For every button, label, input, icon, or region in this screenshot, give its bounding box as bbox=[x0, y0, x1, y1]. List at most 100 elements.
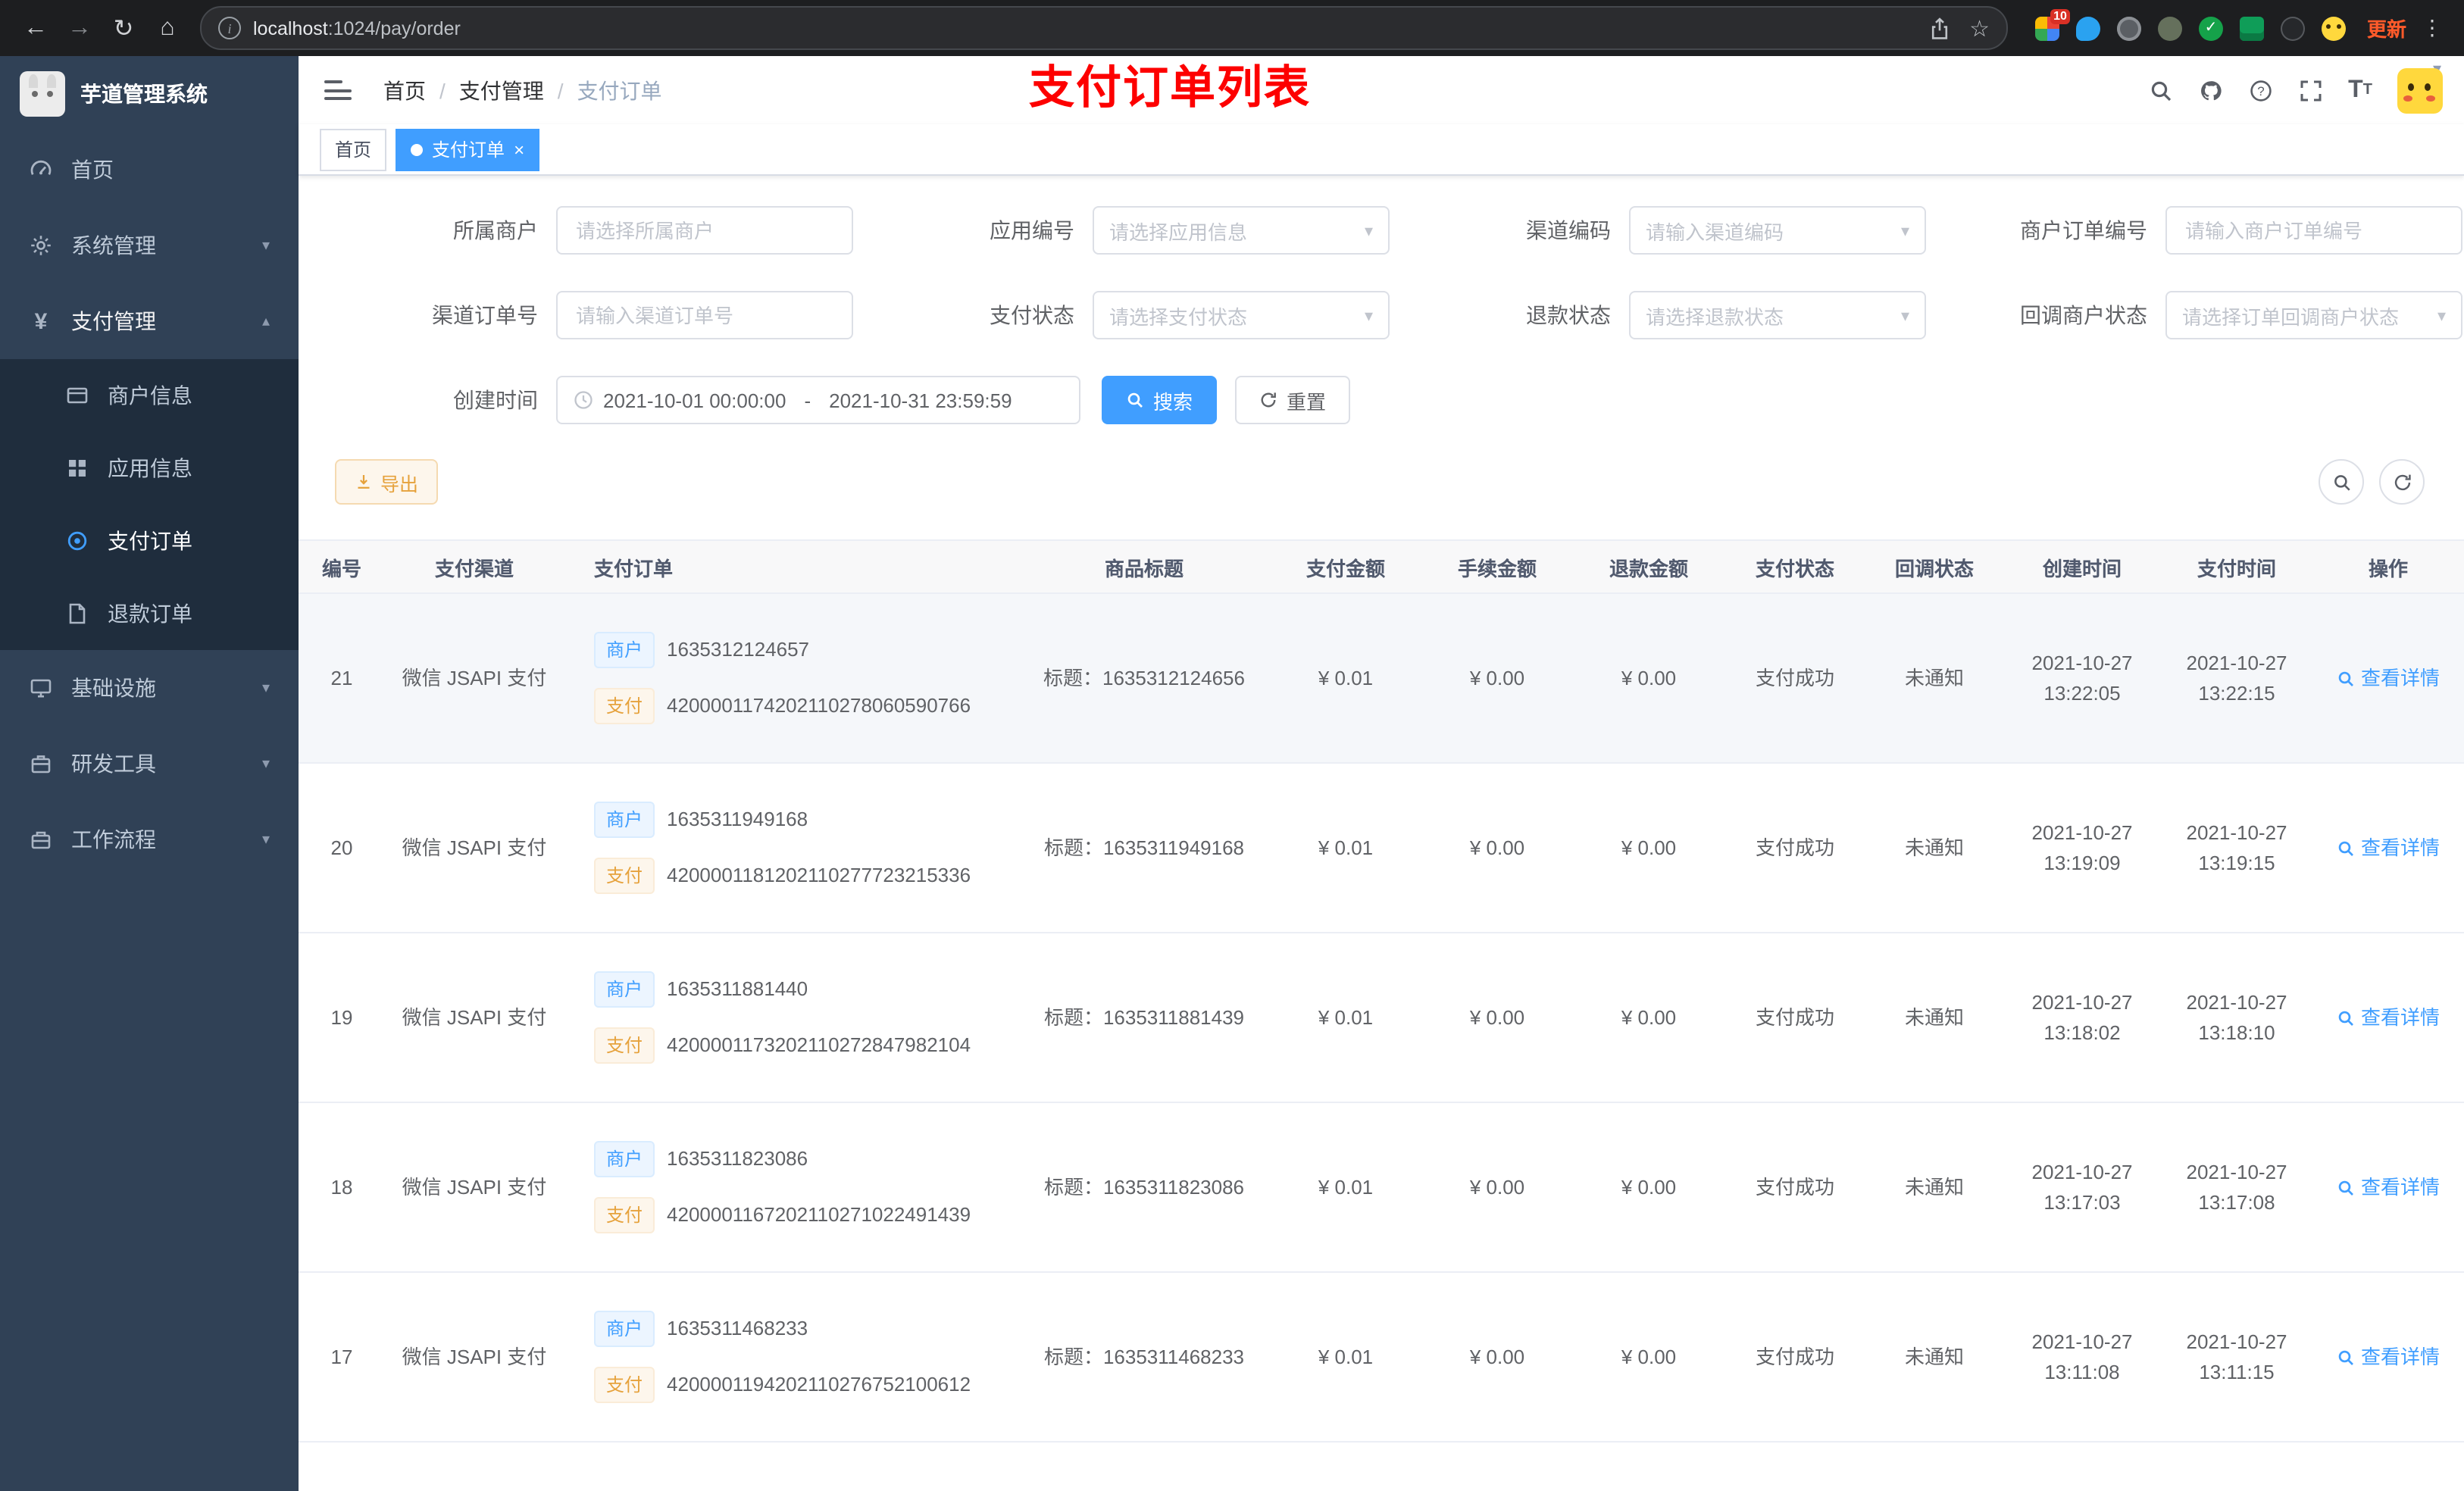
bank-card-icon bbox=[65, 383, 89, 408]
merchant-order-no-field[interactable] bbox=[2165, 206, 2462, 255]
hamburger-icon[interactable] bbox=[321, 74, 355, 106]
breadcrumb-pay[interactable]: 支付管理 bbox=[459, 75, 544, 105]
table-row[interactable]: 商户1635311151786 bbox=[299, 1443, 2464, 1491]
reset-button[interactable]: 重置 bbox=[1235, 376, 1351, 424]
toggle-search-button[interactable] bbox=[2319, 459, 2364, 505]
view-detail-link[interactable]: 查看详情 bbox=[2337, 1343, 2440, 1372]
cell-id: 21 bbox=[330, 666, 353, 689]
channel-order-no-input[interactable] bbox=[573, 302, 836, 328]
cell-id: 20 bbox=[330, 836, 353, 859]
table-row[interactable]: 18 微信 JSAPI 支付 商户 1635311823086 支付 4200001… bbox=[299, 1103, 2464, 1273]
cell-create-time: 2021-10-27 13:22:05 bbox=[2031, 651, 2133, 705]
cell-title: 标题：1635312124656 bbox=[1043, 666, 1245, 689]
cell-pay-order: 商户 1635311468233 支付 4200001194202110276752… bbox=[564, 1273, 1018, 1441]
cell-title: 标题：1635311823086 bbox=[1043, 1175, 1245, 1199]
dark-extension-icon[interactable] bbox=[2280, 16, 2305, 40]
view-detail-link[interactable]: 查看详情 bbox=[2337, 1173, 2440, 1202]
sidebar-item-pay-order[interactable]: 支付订单 bbox=[0, 505, 299, 577]
sidebar-item-workflow[interactable]: 工作流程 ▾ bbox=[0, 802, 299, 877]
cell-pay-order: 商户 1635311881440 支付 4200001173202110272847… bbox=[564, 933, 1018, 1102]
gear-icon bbox=[29, 233, 53, 258]
merchant-select[interactable] bbox=[556, 206, 853, 255]
cell-channel: 微信 JSAPI 支付 bbox=[402, 1345, 547, 1368]
page-content: 所属商户 应用编号 请选择应用信息▾ 渠道编码 请输入渠道编码▾ 商户订单编号 bbox=[299, 176, 2464, 1491]
app-select[interactable]: 请选择应用信息 ▾ bbox=[1093, 206, 1390, 255]
refresh-table-button[interactable] bbox=[2379, 459, 2425, 505]
fullscreen-icon[interactable] bbox=[2298, 78, 2322, 102]
url-bar[interactable]: i localhost:1024/pay/order ☆ bbox=[200, 6, 2008, 50]
sidebar-item-infra[interactable]: 基础设施 ▾ bbox=[0, 650, 299, 726]
cell-notify: 未通知 bbox=[1904, 1175, 1964, 1199]
sidebar-item-system[interactable]: 系统管理 ▾ bbox=[0, 208, 299, 283]
sidebar-item-payment[interactable]: ¥ 支付管理 ▴ bbox=[0, 283, 299, 359]
table-row[interactable]: 17 微信 JSAPI 支付 商户 1635311468233 支付 4200001… bbox=[299, 1273, 2464, 1443]
table-row[interactable]: 20 微信 JSAPI 支付 商户 1635311949168 支付 4200001… bbox=[299, 764, 2464, 933]
user-avatar[interactable] bbox=[2397, 67, 2444, 113]
reload-icon[interactable]: ↻ bbox=[103, 8, 144, 48]
chevron-down-icon: ▾ bbox=[1900, 307, 1909, 325]
search-icon[interactable] bbox=[2148, 78, 2172, 102]
orders-table: 编号 支付渠道 支付订单 商品标题 支付金额 手续金额 退款金额 支付状态 回调… bbox=[299, 539, 2464, 1491]
view-detail-link[interactable]: 查看详情 bbox=[2337, 833, 2440, 863]
square-extension-icon[interactable] bbox=[2239, 16, 2264, 40]
table-toolbar: 导出 bbox=[335, 459, 2425, 505]
breadcrumb-current: 支付订单 bbox=[577, 78, 662, 102]
bookmark-star-icon[interactable]: ☆ bbox=[1969, 14, 1990, 42]
table-row[interactable]: 21 微信 JSAPI 支付 商户 1635312124657 支付 4200001… bbox=[299, 594, 2464, 764]
tab-pay-order[interactable]: 支付订单 × bbox=[396, 128, 540, 170]
browser-menu-icon[interactable]: ⋮ bbox=[2416, 15, 2449, 41]
cell-channel: 微信 JSAPI 支付 bbox=[402, 1005, 547, 1029]
chevron-down-icon: ▾ bbox=[261, 755, 270, 772]
sidebar-item-app-info[interactable]: 应用信息 bbox=[0, 432, 299, 505]
tab-home[interactable]: 首页 bbox=[320, 128, 387, 170]
font-size-icon[interactable]: TT bbox=[2348, 77, 2372, 102]
cell-notify: 未通知 bbox=[1904, 1005, 1964, 1029]
round-extension-icon[interactable] bbox=[2157, 16, 2182, 40]
refund-status-select[interactable]: 请选择退款状态 ▾ bbox=[1629, 291, 1926, 339]
channel-code-select[interactable]: 请输入渠道编码 ▾ bbox=[1629, 206, 1926, 255]
table-row[interactable]: 19 微信 JSAPI 支付 商户 1635311881440 支付 4200001… bbox=[299, 933, 2464, 1103]
pay-status-select[interactable]: 请选择支付状态 ▾ bbox=[1093, 291, 1390, 339]
browser-update-button[interactable]: 更新 bbox=[2367, 14, 2406, 42]
channel-order-no-field[interactable] bbox=[556, 291, 853, 339]
notify-status-select[interactable]: 请选择订单回调商户状态 ▾ bbox=[2165, 291, 2462, 339]
back-icon[interactable]: ← bbox=[15, 8, 56, 48]
forward-icon[interactable]: → bbox=[59, 8, 100, 48]
cell-notify: 未通知 bbox=[1904, 836, 1964, 859]
search-button[interactable]: 搜索 bbox=[1102, 376, 1218, 424]
view-detail-link[interactable]: 查看详情 bbox=[2337, 664, 2440, 693]
export-button[interactable]: 导出 bbox=[335, 459, 439, 505]
cell-title: 标题：1635311468233 bbox=[1043, 1345, 1245, 1368]
close-icon[interactable]: × bbox=[514, 140, 524, 158]
merchant-input[interactable] bbox=[573, 217, 836, 243]
app-header: 首页 / 支付管理 / 支付订单 支付订单列表 ? TT ▾ bbox=[299, 56, 2464, 124]
emoji-extension-icon[interactable] bbox=[2321, 16, 2346, 40]
browser-chrome: ← → ↻ ⌂ i localhost:1024/pay/order ☆ 10 … bbox=[0, 0, 2464, 56]
github-icon[interactable] bbox=[2198, 78, 2222, 102]
view-detail-link[interactable]: 查看详情 bbox=[2337, 1003, 2440, 1033]
cell-fee: ¥ 0.00 bbox=[1469, 666, 1525, 689]
globe-extension-icon[interactable] bbox=[2116, 16, 2141, 40]
share-icon[interactable] bbox=[1927, 16, 1951, 40]
check-extension-icon[interactable]: ✓ bbox=[2198, 16, 2223, 40]
create-time-range-picker[interactable]: 2021-10-01 00:00:00 - 2021-10-31 23:59:5… bbox=[556, 376, 1080, 424]
pay-tag: 支付 bbox=[594, 858, 655, 894]
cell-id bbox=[299, 1443, 385, 1491]
sidebar-item-home[interactable]: 首页 bbox=[0, 132, 299, 208]
sidebar-item-merchant-info[interactable]: 商户信息 bbox=[0, 359, 299, 432]
start-date: 2021-10-01 00:00:00 bbox=[603, 389, 786, 411]
sidebar-item-refund-order[interactable]: 退款订单 bbox=[0, 577, 299, 650]
help-icon[interactable]: ? bbox=[2248, 78, 2272, 102]
cell-fee: ¥ 0.00 bbox=[1469, 836, 1525, 859]
extensions-icon[interactable]: 10 bbox=[2034, 8, 2070, 40]
cell-pay-time: 2021-10-27 13:19:15 bbox=[2186, 821, 2287, 874]
home-icon[interactable]: ⌂ bbox=[147, 8, 188, 48]
cell-status: 支付成功 bbox=[1755, 666, 1834, 689]
sidebar-item-dev-tools[interactable]: 研发工具 ▾ bbox=[0, 726, 299, 802]
merchant-order-no-input[interactable] bbox=[2182, 217, 2446, 243]
sidebar: 芋道管理系统 首页 系统管理 ▾ ¥ 支付管理 ▴ 商户信息 应用信息 支付订单… bbox=[0, 56, 299, 1491]
breadcrumb-home[interactable]: 首页 bbox=[383, 75, 426, 105]
cell-status: 支付成功 bbox=[1755, 1005, 1834, 1029]
site-info-icon[interactable]: i bbox=[218, 17, 241, 39]
drop-extension-icon[interactable] bbox=[2075, 16, 2100, 40]
